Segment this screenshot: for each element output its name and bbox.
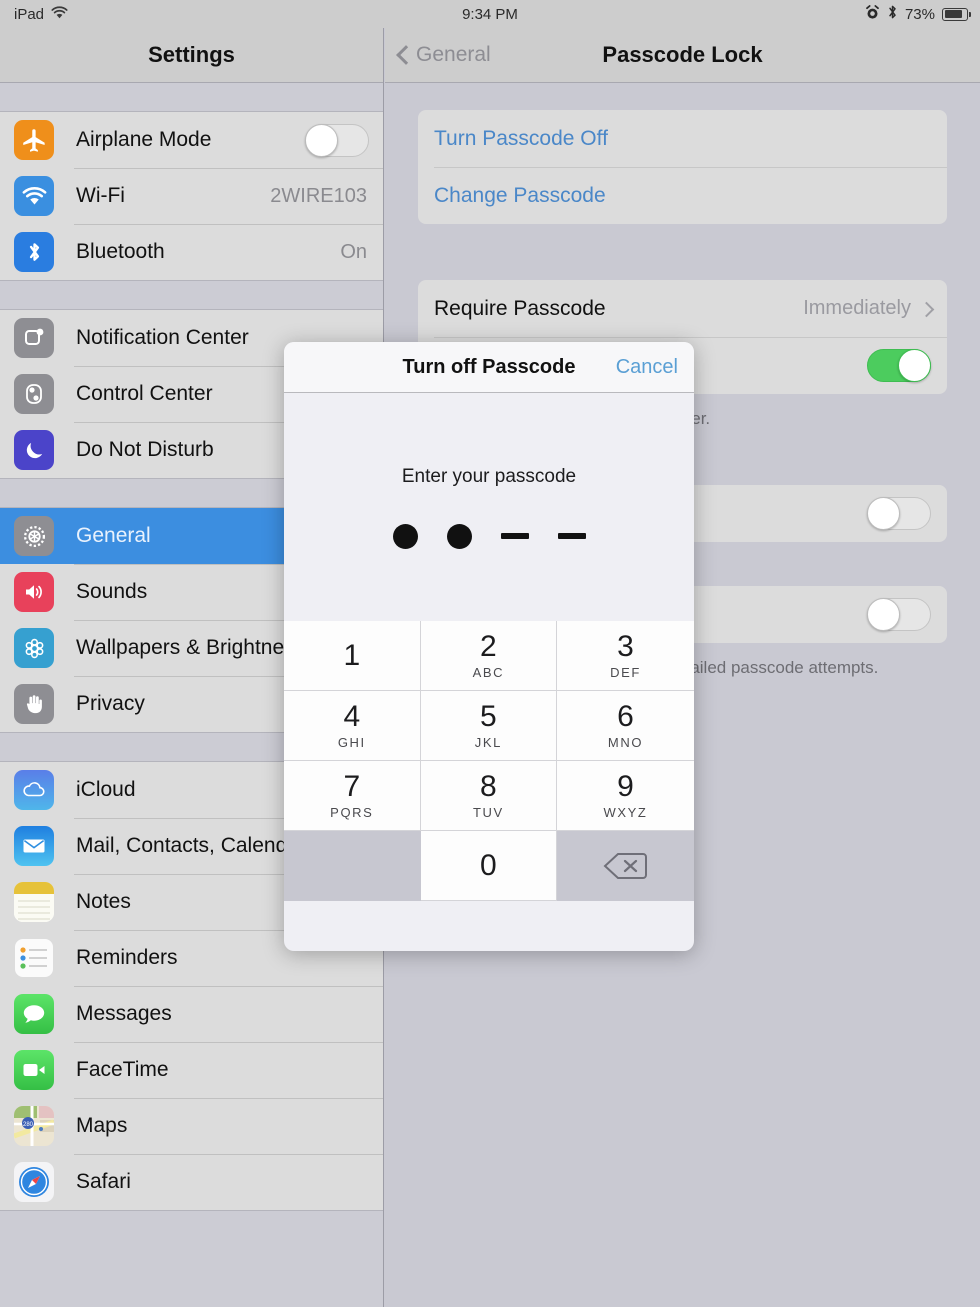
keypad-key-letters: TUV [472, 804, 504, 820]
passcode-dash-empty [500, 533, 529, 539]
keypad-row: 7 PQRS 8 TUV 9 WXYZ [284, 761, 694, 831]
keypad-row: 4 GHI 5 JKL 6 MNO [284, 691, 694, 761]
modal-body: Enter your passcode [284, 393, 694, 621]
keypad-key-5[interactable]: 5 JKL [420, 691, 558, 761]
keypad-key-2[interactable]: 2 ABC [420, 621, 558, 691]
keypad-key-letters: JKL [474, 734, 502, 750]
passcode-indicator [392, 522, 586, 550]
keypad-key-4[interactable]: 4 GHI [284, 691, 421, 761]
keypad-key-number: 8 [480, 769, 497, 803]
keypad-row: 1 2 ABC 3 DEF [284, 621, 694, 691]
keypad-key-9[interactable]: 9 WXYZ [557, 761, 694, 831]
turn-off-passcode-modal: Turn off Passcode Cancel Enter your pass… [284, 342, 694, 951]
keypad-key-number: 6 [617, 699, 634, 733]
passcode-dot-filled [446, 523, 472, 549]
keypad-key-1[interactable]: 1 [284, 621, 421, 691]
keypad-key-6[interactable]: 6 MNO [557, 691, 694, 761]
keypad-key-number: 3 [617, 629, 634, 663]
keypad-key-number: 4 [343, 699, 361, 733]
cancel-button[interactable]: Cancel [616, 356, 678, 379]
keypad-key-0[interactable]: 0 [420, 831, 558, 901]
keypad-key-number: 1 [343, 638, 361, 672]
keypad-key-number: 9 [617, 769, 634, 803]
keypad-key-number: 7 [343, 769, 361, 803]
keypad-key-3[interactable]: 3 DEF [557, 621, 694, 691]
modal-title: Turn off Passcode [402, 355, 576, 378]
keypad-key-letters: GHI [337, 734, 366, 750]
backspace-icon [603, 851, 648, 881]
modal-header: Turn off Passcode Cancel [284, 342, 694, 393]
keypad-key-7[interactable]: 7 PQRS [284, 761, 421, 831]
keypad-key-letters: PQRS [330, 804, 374, 820]
keypad-key-number: 5 [480, 699, 497, 733]
keypad-key-number: 0 [480, 848, 497, 882]
passcode-prompt: Enter your passcode [401, 466, 577, 487]
keypad-key-letters: MNO [607, 734, 644, 750]
keypad-key-letters: ABC [472, 664, 505, 680]
backspace-key[interactable] [557, 831, 694, 901]
keypad-key-letters: WXYZ [603, 804, 648, 820]
numeric-keypad: 1 2 ABC 3 DEF 4 GHI 5 JKL 6 MNO 7 PQRS 8 TUV 9 WXYZ 0 [284, 621, 694, 901]
passcode-dash-empty [557, 533, 586, 539]
keypad-key-number: 2 [480, 629, 497, 663]
ipad-settings-screen: iPad 9:34 PM 73% Settings Airplane Mode … [0, 0, 980, 1307]
passcode-dot-filled [392, 523, 418, 549]
keypad-row: 0 [284, 831, 694, 901]
keypad-key-letters: DEF [610, 664, 641, 680]
keypad-blank [284, 831, 421, 901]
keypad-key-8[interactable]: 8 TUV [420, 761, 558, 831]
